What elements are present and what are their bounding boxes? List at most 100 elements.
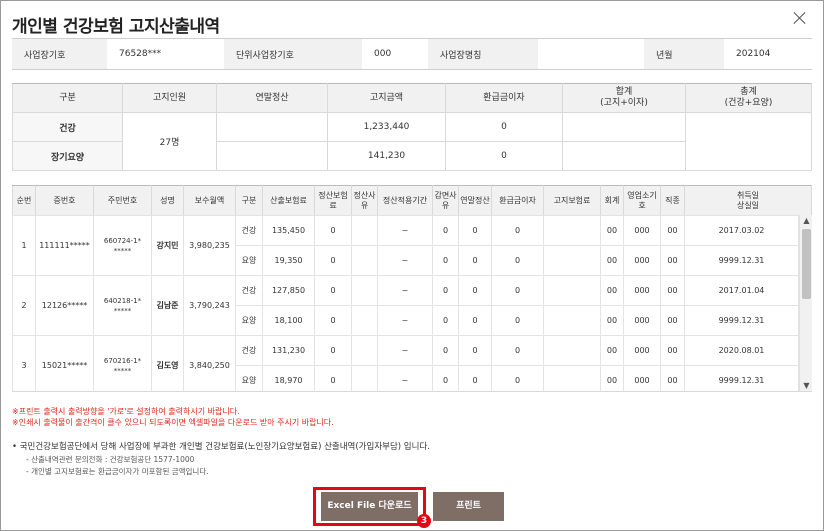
step-badge: 3 <box>417 514 431 528</box>
detail-notice <box>543 245 601 276</box>
detail-acct: 00 <box>600 215 624 246</box>
detail-cut: 0 <box>432 305 459 336</box>
scroll-down-icon[interactable]: ▼ <box>800 380 812 391</box>
detail-year: 0 <box>458 215 492 246</box>
biz-name-label: 사업장명칭 <box>428 38 538 70</box>
summary-grand <box>685 112 812 171</box>
biz-no-label: 사업장기호 <box>12 38 107 70</box>
detail-calc: 19,350 <box>262 245 315 276</box>
summary-type: 건강 <box>12 112 123 142</box>
detail-name: 김남준 <box>151 275 184 336</box>
detail-salary: 3,790,243 <box>183 275 236 336</box>
print-button[interactable]: 프린트 <box>433 492 504 521</box>
detail-job: 00 <box>660 335 685 366</box>
detail-refund: 0 <box>491 245 544 276</box>
detail-rrn: 670216-1* ***** <box>93 335 152 391</box>
detail-header: 정산적용기간 <box>377 185 433 216</box>
detail-header: 직종 <box>660 185 685 216</box>
detail-reason <box>351 335 378 366</box>
detail-calc: 127,850 <box>262 275 315 306</box>
detail-date: 2017.01.04 <box>684 275 799 306</box>
detail-job: 00 <box>660 245 685 276</box>
excel-download-button[interactable]: Excel File 다운로드 <box>321 492 418 521</box>
detail-date: 2017.03.02 <box>684 215 799 246</box>
detail-period: ~ <box>377 275 433 306</box>
detail-notice <box>543 305 601 336</box>
scroll-thumb[interactable] <box>802 229 811 299</box>
detail-header: 회계 <box>600 185 624 216</box>
detail-header: 성명 <box>151 185 184 216</box>
summary-total <box>562 112 686 142</box>
detail-calc: 18,100 <box>262 305 315 336</box>
detail-calc: 18,970 <box>262 365 315 391</box>
detail-cut: 0 <box>432 335 459 366</box>
detail-header: 정산보험료 <box>314 185 352 216</box>
detail-rrn: 640218-1* ***** <box>93 275 152 336</box>
detail-header: 취득일 상실일 <box>684 185 812 216</box>
detail-reason <box>351 215 378 246</box>
detail-notice <box>543 275 601 306</box>
summary-header: 환급금이자 <box>445 83 563 113</box>
detail-acct: 00 <box>600 365 624 391</box>
detail-kind: 요양 <box>235 305 263 336</box>
detail-cut: 0 <box>432 275 459 306</box>
detail-refund: 0 <box>491 305 544 336</box>
detail-year: 0 <box>458 365 492 391</box>
summary-amount: 141,230 <box>327 141 446 171</box>
year-month-label: 년월 <box>644 38 724 70</box>
detail-acct: 00 <box>600 245 624 276</box>
detail-settle: 0 <box>314 215 352 246</box>
detail-acct: 00 <box>600 305 624 336</box>
detail-seq: 2 <box>12 275 36 336</box>
detail-refund: 0 <box>491 215 544 246</box>
close-icon[interactable] <box>791 9 809 27</box>
detail-kind: 요양 <box>235 365 263 391</box>
detail-name: 김도영 <box>151 335 184 391</box>
summary-table: 구분 고지인원 연말정산 고지금액 환급금이자 합계 (고지+이자) 총계 (건… <box>12 83 812 171</box>
year-month-value: 202104 <box>724 38 812 70</box>
print-notice-2: ※인쇄시 출력물이 출간격이 클수 있으니 되도록이면 엑셀파일을 다운로드 받… <box>12 418 334 427</box>
detail-kind: 요양 <box>235 245 263 276</box>
detail-header: 정산사유 <box>351 185 378 216</box>
summary-type: 장기요양 <box>12 141 123 171</box>
detail-header: 영업소기호 <box>623 185 661 216</box>
detail-date: 9999.12.31 <box>684 305 799 336</box>
detail-card: 12126***** <box>35 275 94 336</box>
detail-header: 감면사유 <box>432 185 459 216</box>
detail-scroll-area[interactable]: 1 111111***** 660724-1* ***** 강지민 3,980,235 건… <box>12 215 812 392</box>
detail-refund: 0 <box>491 335 544 366</box>
detail-job: 00 <box>660 365 685 391</box>
info-note-sub: - 산출내역관련 문의전화 : 건강보험공단 1577-1000 <box>26 455 195 464</box>
summary-header: 총계 (건강+요양) <box>685 83 812 113</box>
detail-office: 000 <box>623 245 661 276</box>
detail-office: 000 <box>623 335 661 366</box>
detail-calc: 131,230 <box>262 335 315 366</box>
detail-header: 증번호 <box>35 185 94 216</box>
biz-name-value <box>538 38 644 70</box>
print-notices: ※프린트 출력시 출력방향을 '가로'로 설정하여 출력하시기 바랍니다. ※인… <box>12 406 334 428</box>
scrollbar[interactable]: ▲ ▼ <box>799 215 812 391</box>
detail-period: ~ <box>377 305 433 336</box>
detail-refund: 0 <box>491 275 544 306</box>
detail-cut: 0 <box>432 245 459 276</box>
detail-acct: 00 <box>600 335 624 366</box>
detail-header-table: 순번 증번호 주민번호 성명 보수월액 구분 산출보험료 정산보험료 정산사유 정산적용기간 감면사… <box>12 185 812 216</box>
detail-period: ~ <box>377 335 433 366</box>
detail-date: 9999.12.31 <box>684 365 799 391</box>
detail-office: 000 <box>623 215 661 246</box>
summary-amount: 1,233,440 <box>327 112 446 142</box>
detail-office: 000 <box>623 365 661 391</box>
detail-job: 00 <box>660 275 685 306</box>
print-notice-1: ※프린트 출력시 출력방향을 '가로'로 설정하여 출력하시기 바랍니다. <box>12 407 240 416</box>
detail-name: 강지민 <box>151 215 184 276</box>
summary-settle <box>216 112 328 142</box>
info-note-sub: - 개인별 고지보험료는 환급금이자가 미포함된 금액입니다. <box>26 467 209 476</box>
detail-kind: 건강 <box>235 215 263 246</box>
detail-notice <box>543 335 601 366</box>
summary-header: 고지금액 <box>327 83 446 113</box>
detail-settle: 0 <box>314 305 352 336</box>
detail-settle: 0 <box>314 365 352 391</box>
unit-no-label: 단위사업장기호 <box>224 38 362 70</box>
scroll-up-icon[interactable]: ▲ <box>800 215 812 227</box>
detail-header: 주민번호 <box>93 185 152 216</box>
